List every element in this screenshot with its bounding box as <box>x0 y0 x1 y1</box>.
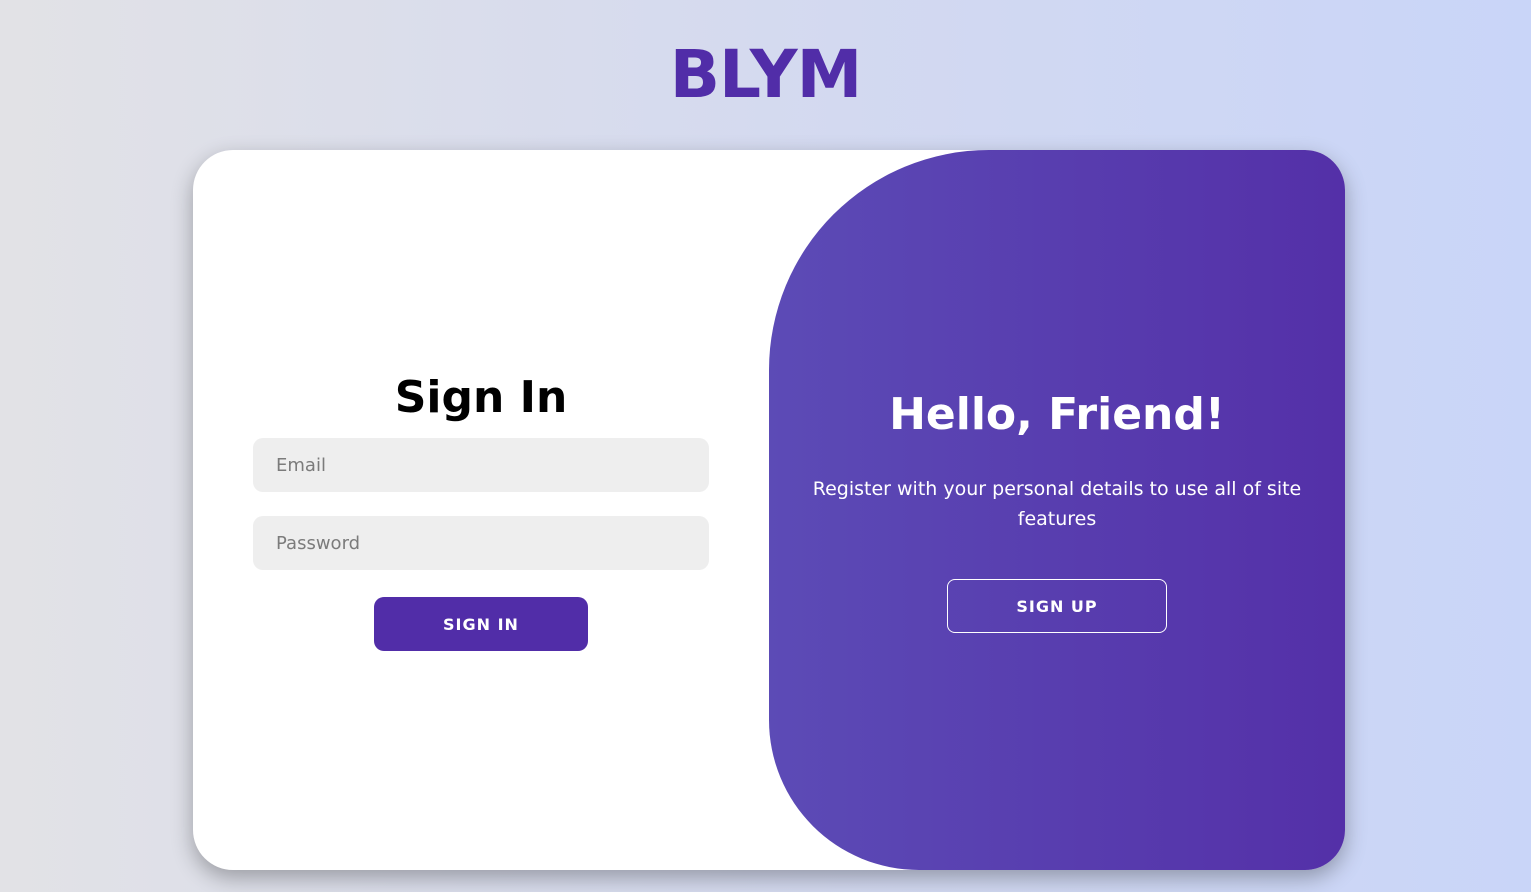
email-field[interactable] <box>253 438 709 492</box>
promo-text: Register with your personal details to u… <box>812 478 1302 530</box>
signin-title: Sign In <box>394 372 568 423</box>
promo-title: Hello, Friend! <box>889 389 1225 440</box>
signin-button[interactable]: SIGN IN <box>374 597 588 651</box>
signup-button[interactable]: SIGN UP <box>947 579 1167 633</box>
signup-promo-panel: Hello, Friend! Register with your person… <box>769 150 1345 870</box>
auth-card: Sign In SIGN IN Hello, Friend! Register … <box>193 150 1345 870</box>
signin-form: Sign In SIGN IN <box>193 150 769 870</box>
brand-logo: BLYM <box>669 36 863 113</box>
password-field[interactable] <box>253 516 709 570</box>
